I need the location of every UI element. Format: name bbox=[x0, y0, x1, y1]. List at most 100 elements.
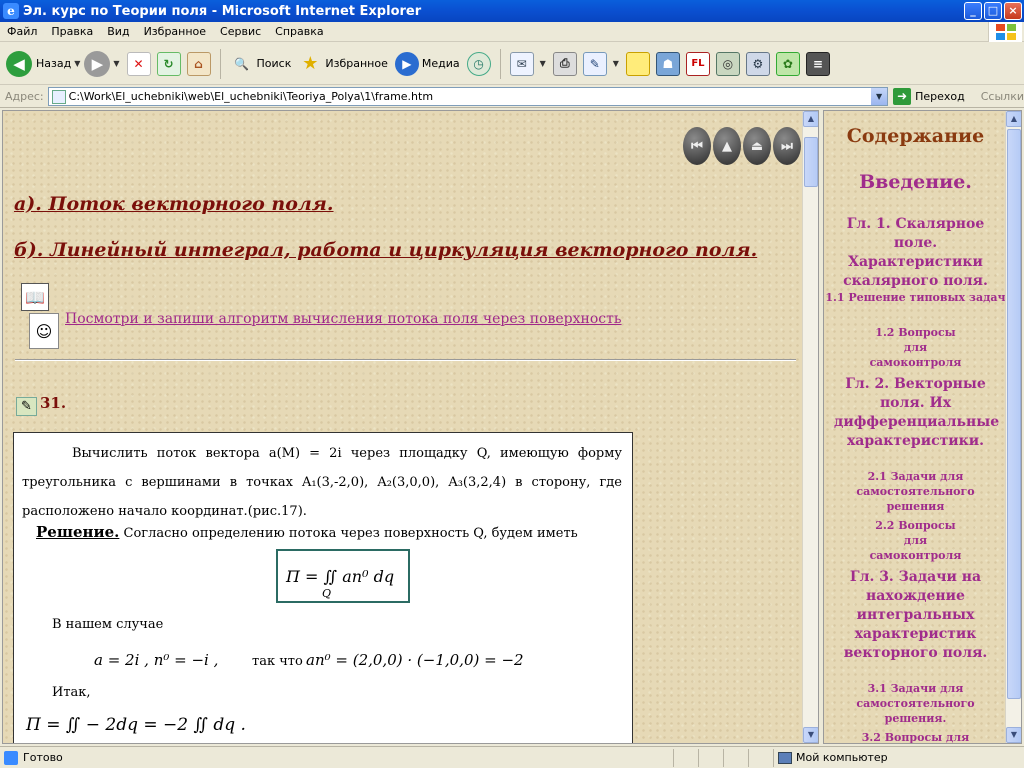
window-title: Эл. курс по Теории поля - Microsoft Inte… bbox=[23, 3, 422, 19]
chevron-down-icon[interactable]: ▼ bbox=[871, 88, 888, 105]
toc-section-1-1[interactable]: 1.1 Решение типовых задач bbox=[824, 291, 1007, 304]
favorites-button[interactable]: ★ Избранное bbox=[295, 47, 388, 81]
scroll-up-icon[interactable]: ▲ bbox=[803, 111, 818, 127]
next-page-icon[interactable]: ⏭ bbox=[773, 127, 801, 165]
toc-intro[interactable]: Введение. bbox=[824, 171, 1007, 193]
flux-formula-subscript: Q bbox=[322, 587, 332, 600]
toc-chapter-2[interactable]: Гл. 2. Векторные поля. Их дифференциальн… bbox=[824, 375, 1007, 451]
discuss-icon[interactable] bbox=[625, 51, 650, 76]
toolbar-separator bbox=[499, 48, 501, 79]
heading-flux[interactable]: а). Поток векторного поля. bbox=[14, 193, 334, 215]
solution-text: Согласно определению потока через поверх… bbox=[123, 526, 578, 541]
toc-section-2-2[interactable]: 2.2 Вопросы для самоконтроля bbox=[824, 518, 1007, 563]
computer-icon bbox=[778, 751, 792, 764]
pencil-icon: ✎ bbox=[16, 397, 37, 416]
research-icon[interactable]: ◎ bbox=[715, 51, 740, 76]
minimize-button[interactable]: _ bbox=[964, 2, 982, 20]
home-icon[interactable]: ⌂ bbox=[186, 51, 211, 76]
menu-view[interactable]: Вид bbox=[100, 25, 136, 38]
toc-section-2-1[interactable]: 2.1 Задачи для самостоятельного решения bbox=[824, 469, 1007, 514]
go-button[interactable]: ➜ Переход bbox=[893, 88, 965, 105]
problem-statement: Вычислить поток вектора a(M) = 2i через … bbox=[22, 439, 622, 526]
chevron-down-icon[interactable]: ▼ bbox=[74, 59, 80, 68]
menu-help[interactable]: Справка bbox=[268, 25, 330, 38]
address-bar: Адрес: C:\Work\El_uchebniki\web\El_ucheb… bbox=[0, 86, 1024, 108]
fl-icon[interactable]: FL bbox=[685, 51, 710, 76]
chevron-down-icon[interactable]: ▼ bbox=[540, 59, 546, 68]
scroll-down-icon[interactable]: ▼ bbox=[1006, 727, 1021, 743]
result-formula: П = ∬ − 2dq = −2 ∬ dq . bbox=[26, 715, 246, 735]
ie-logo-icon: e bbox=[3, 3, 19, 19]
forward-button[interactable]: ▶ ▼ bbox=[84, 47, 120, 81]
security-zone: Мой компьютер bbox=[773, 748, 1024, 767]
algorithm-image: 📖 ☺ bbox=[17, 283, 63, 349]
toolbar-separator bbox=[219, 48, 221, 79]
page-nav-buttons: ⏮ ▲ ⏏ ⏭ bbox=[683, 127, 803, 165]
back-button[interactable]: ◀ Назад ▼ bbox=[6, 47, 80, 81]
toc-frame: Содержание Введение. Гл. 1. Скалярное по… bbox=[823, 110, 1022, 744]
flux-formula-box: П = ∬ an⁰ dq Q bbox=[276, 549, 410, 603]
content-frame: ⏮ ▲ ⏏ ⏭ а). Поток векторного поля. б). Л… bbox=[2, 110, 819, 744]
search-icon: 🔍 bbox=[234, 56, 249, 71]
solution-line: Решение. Согласно определению потока чер… bbox=[36, 523, 578, 541]
edit-icon: ✎ bbox=[582, 51, 607, 76]
messenger-icon[interactable]: ☗ bbox=[655, 51, 680, 76]
address-input[interactable]: C:\Work\El_uchebniki\web\El_uchebniki\Te… bbox=[47, 87, 889, 106]
links-button[interactable]: Ссылки bbox=[981, 90, 1024, 103]
scroll-thumb[interactable] bbox=[1007, 129, 1021, 699]
menu-edit[interactable]: Правка bbox=[44, 25, 100, 38]
close-button[interactable]: × bbox=[1004, 2, 1022, 20]
reader-icon: ☺ bbox=[29, 313, 59, 349]
favorites-label: Избранное bbox=[325, 57, 388, 70]
icq-icon[interactable]: ✿ bbox=[775, 51, 800, 76]
address-url[interactable]: C:\Work\El_uchebniki\web\El_uchebniki\Te… bbox=[69, 90, 871, 103]
page-status-icon bbox=[4, 750, 18, 765]
status-cell bbox=[748, 748, 773, 767]
chevron-down-icon[interactable]: ▼ bbox=[113, 59, 119, 68]
toc-section-3-1[interactable]: 3.1 Задачи для самостоятельного решения. bbox=[824, 681, 1007, 726]
so-that-text: так что bbox=[252, 654, 303, 669]
search-button[interactable]: 🔍 Поиск bbox=[227, 47, 291, 81]
media-button[interactable]: ▶ Медиа bbox=[392, 47, 460, 81]
itak-text: Итак, bbox=[52, 685, 91, 700]
go-label: Переход bbox=[915, 90, 965, 103]
menu-favorites[interactable]: Избранное bbox=[137, 25, 213, 38]
menu-file[interactable]: Файл bbox=[0, 25, 44, 38]
mail-button[interactable]: ✉ ▼ bbox=[507, 47, 546, 81]
media-label: Медиа bbox=[421, 57, 460, 70]
archive-icon[interactable]: ≡ bbox=[805, 51, 830, 76]
tool-icon[interactable]: ⚙ bbox=[745, 51, 770, 76]
media-icon: ▶ bbox=[394, 51, 419, 76]
back-label: Назад bbox=[36, 57, 72, 70]
history-icon[interactable]: ◷ bbox=[466, 51, 491, 76]
toc-chapter-1[interactable]: Гл. 1. Скалярное поле. Характеристики ск… bbox=[824, 215, 1007, 291]
edit-button[interactable]: ✎ ▼ bbox=[580, 47, 619, 81]
refresh-icon[interactable]: ↻ bbox=[156, 51, 181, 76]
product-formula: an⁰ = (2,0,0) · (−1,0,0) = −2 bbox=[306, 651, 524, 669]
menu-tools[interactable]: Сервис bbox=[213, 25, 268, 38]
contents-page-icon[interactable]: ⏏ bbox=[743, 127, 771, 165]
heading-line-integral[interactable]: б). Линейный интеграл, работа и циркуляц… bbox=[14, 239, 757, 261]
back-arrow-icon: ◀ bbox=[6, 50, 32, 77]
status-cell bbox=[698, 748, 723, 767]
up-page-icon[interactable]: ▲ bbox=[713, 127, 741, 165]
toc-section-1-2[interactable]: 1.2 Вопросы для самоконтроля bbox=[824, 325, 1007, 370]
problem-text: Вычислить поток вектора a(M) = 2i через … bbox=[22, 446, 622, 519]
maximize-button[interactable]: □ bbox=[984, 2, 1002, 20]
content-scrollbar[interactable]: ▲ ▼ bbox=[802, 111, 818, 743]
scroll-thumb[interactable] bbox=[804, 137, 818, 187]
page-icon bbox=[51, 89, 66, 104]
toc-chapter-3[interactable]: Гл. 3. Задачи на нахождение интегральных… bbox=[824, 568, 1007, 663]
scroll-down-icon[interactable]: ▼ bbox=[803, 727, 818, 743]
status-cell bbox=[673, 748, 698, 767]
flux-formula: П = ∬ an⁰ dq bbox=[286, 566, 395, 586]
toc-section-3-2[interactable]: 3.2 Вопросы для bbox=[824, 731, 1007, 743]
stop-icon[interactable]: ✕ bbox=[126, 51, 151, 76]
chevron-down-icon[interactable]: ▼ bbox=[613, 59, 619, 68]
toc-scrollbar[interactable]: ▲ ▼ bbox=[1005, 111, 1021, 743]
case-text: В нашем случае bbox=[52, 617, 164, 632]
print-icon[interactable]: ⎙ bbox=[552, 51, 577, 76]
algorithm-link[interactable]: Посмотри и запиши алгоритм вычисления по… bbox=[65, 311, 622, 327]
scroll-up-icon[interactable]: ▲ bbox=[1006, 111, 1021, 127]
first-page-icon[interactable]: ⏮ bbox=[683, 127, 711, 165]
